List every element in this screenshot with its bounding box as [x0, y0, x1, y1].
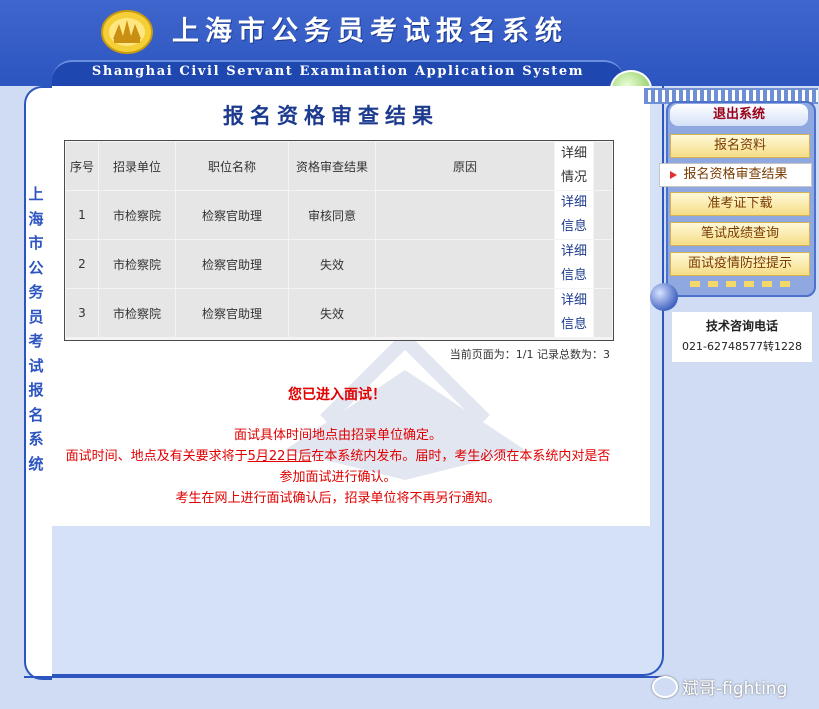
table-spacer-cell — [594, 191, 612, 239]
cell-unit: 市检察院 — [99, 191, 175, 239]
cell-unit: 市检察院 — [99, 240, 175, 288]
system-title-english: Shanghai Civil Servant Examination Appli… — [91, 64, 585, 79]
detail-link[interactable]: 详细信息 — [555, 191, 593, 239]
cell-no: 3 — [66, 289, 98, 337]
cell-detail: 详细信息 — [555, 240, 593, 288]
cell-result: 失效 — [289, 289, 375, 337]
system-title: 上海市公务员考试报名系统 — [172, 16, 568, 47]
cell-no: 1 — [66, 191, 98, 239]
notice-line-2: 面试时间、地点及有关要求将于5月22日后在本系统内发布。届时，考生必须在本系统内… — [65, 449, 611, 485]
watermark-text: 斌哥-fighting — [682, 679, 788, 699]
weibo-watermark: 斌哥-fighting — [652, 674, 817, 699]
results-table: 序号 招录单位 职位名称 资格审查结果 原因 详细情况 1 市检察院 检察官助理… — [64, 140, 614, 341]
decorative-ball-icon — [650, 283, 678, 311]
pagination-info: 当前页面为：1/1 记录总数为：3 — [449, 348, 610, 361]
results-table-grid: 序号 招录单位 职位名称 资格审查结果 原因 详细情况 1 市检察院 检察官助理… — [65, 141, 613, 338]
menu-item-interview-epidemic-tips[interactable]: 面试疫情防控提示 — [670, 252, 810, 276]
tech-support-label: 技术咨询电话 — [705, 319, 778, 333]
menu-item-admission-ticket[interactable]: 准考证下载 — [670, 192, 810, 216]
detail-link[interactable]: 详细信息 — [555, 289, 593, 337]
interview-notice-headline: 您已进入面试！ — [288, 387, 386, 403]
column-header-unit: 招录单位 — [99, 142, 175, 190]
column-header-result: 资格审查结果 — [289, 142, 375, 190]
interview-notice: 面试具体时间地点由招录单位确定。 面试时间、地点及有关要求将于5月22日后在本系… — [60, 425, 616, 509]
column-header-position: 职位名称 — [176, 142, 288, 190]
cell-detail: 详细信息 — [555, 191, 593, 239]
exit-system-button[interactable]: 退出系统 — [670, 104, 808, 126]
vertical-system-title: 上海市公务员考试报名系统 — [28, 185, 44, 473]
header-banner: 上海市公务员考试报名系统 Shanghai Civil Servant Exam… — [0, 0, 819, 86]
notice-line-3: 考生在网上进行面试确认后，招录单位将不再另行通知。 — [175, 491, 501, 506]
notice-line-1: 面试具体时间地点由招录单位确定。 — [233, 428, 442, 443]
cell-reason — [376, 289, 554, 337]
menu-bottom-ornament — [690, 281, 790, 287]
frame-bottom-line — [24, 676, 664, 678]
cell-reason — [376, 191, 554, 239]
detail-link[interactable]: 详细信息 — [555, 240, 593, 288]
table-row: 1 市检察院 检察官助理 审核同意 详细信息 — [66, 191, 612, 239]
weibo-icon — [652, 676, 678, 698]
column-header-reason: 原因 — [376, 142, 554, 190]
english-title-band: Shanghai Civil Servant Examination Appli… — [52, 60, 624, 86]
table-spacer-cell — [594, 289, 612, 337]
cell-position: 检察官助理 — [176, 289, 288, 337]
column-header-detail: 详细情况 — [555, 142, 593, 190]
interview-date: 5月22日后 — [247, 449, 312, 464]
cell-detail: 详细信息 — [555, 289, 593, 337]
cell-no: 2 — [66, 240, 98, 288]
table-spacer-cell — [594, 142, 612, 190]
emblem-logo-icon — [101, 10, 153, 54]
cell-position: 检察官助理 — [176, 191, 288, 239]
page-title: 报名资格审查结果 — [223, 103, 439, 128]
tech-support-box: 技术咨询电话 021-62748577转1228 — [672, 312, 812, 362]
table-spacer-cell — [594, 240, 612, 288]
column-header-no: 序号 — [66, 142, 98, 190]
table-row: 2 市检察院 检察官助理 失效 详细信息 — [66, 240, 612, 288]
menu-item-application-info[interactable]: 报名资料 — [670, 134, 810, 158]
cell-result: 审核同意 — [289, 191, 375, 239]
table-header-row: 序号 招录单位 职位名称 资格审查结果 原因 详细情况 — [66, 142, 612, 190]
table-row: 3 市检察院 检察官助理 失效 详细信息 — [66, 289, 612, 337]
menu-item-written-score[interactable]: 笔试成绩查询 — [670, 222, 810, 246]
cell-reason — [376, 240, 554, 288]
tech-support-phone: 021-62748577转1228 — [682, 340, 802, 353]
cell-result: 失效 — [289, 240, 375, 288]
cell-position: 检察官助理 — [176, 240, 288, 288]
cell-unit: 市检察院 — [99, 289, 175, 337]
menu-item-qualification-result[interactable]: 报名资格审查结果 — [659, 163, 812, 187]
